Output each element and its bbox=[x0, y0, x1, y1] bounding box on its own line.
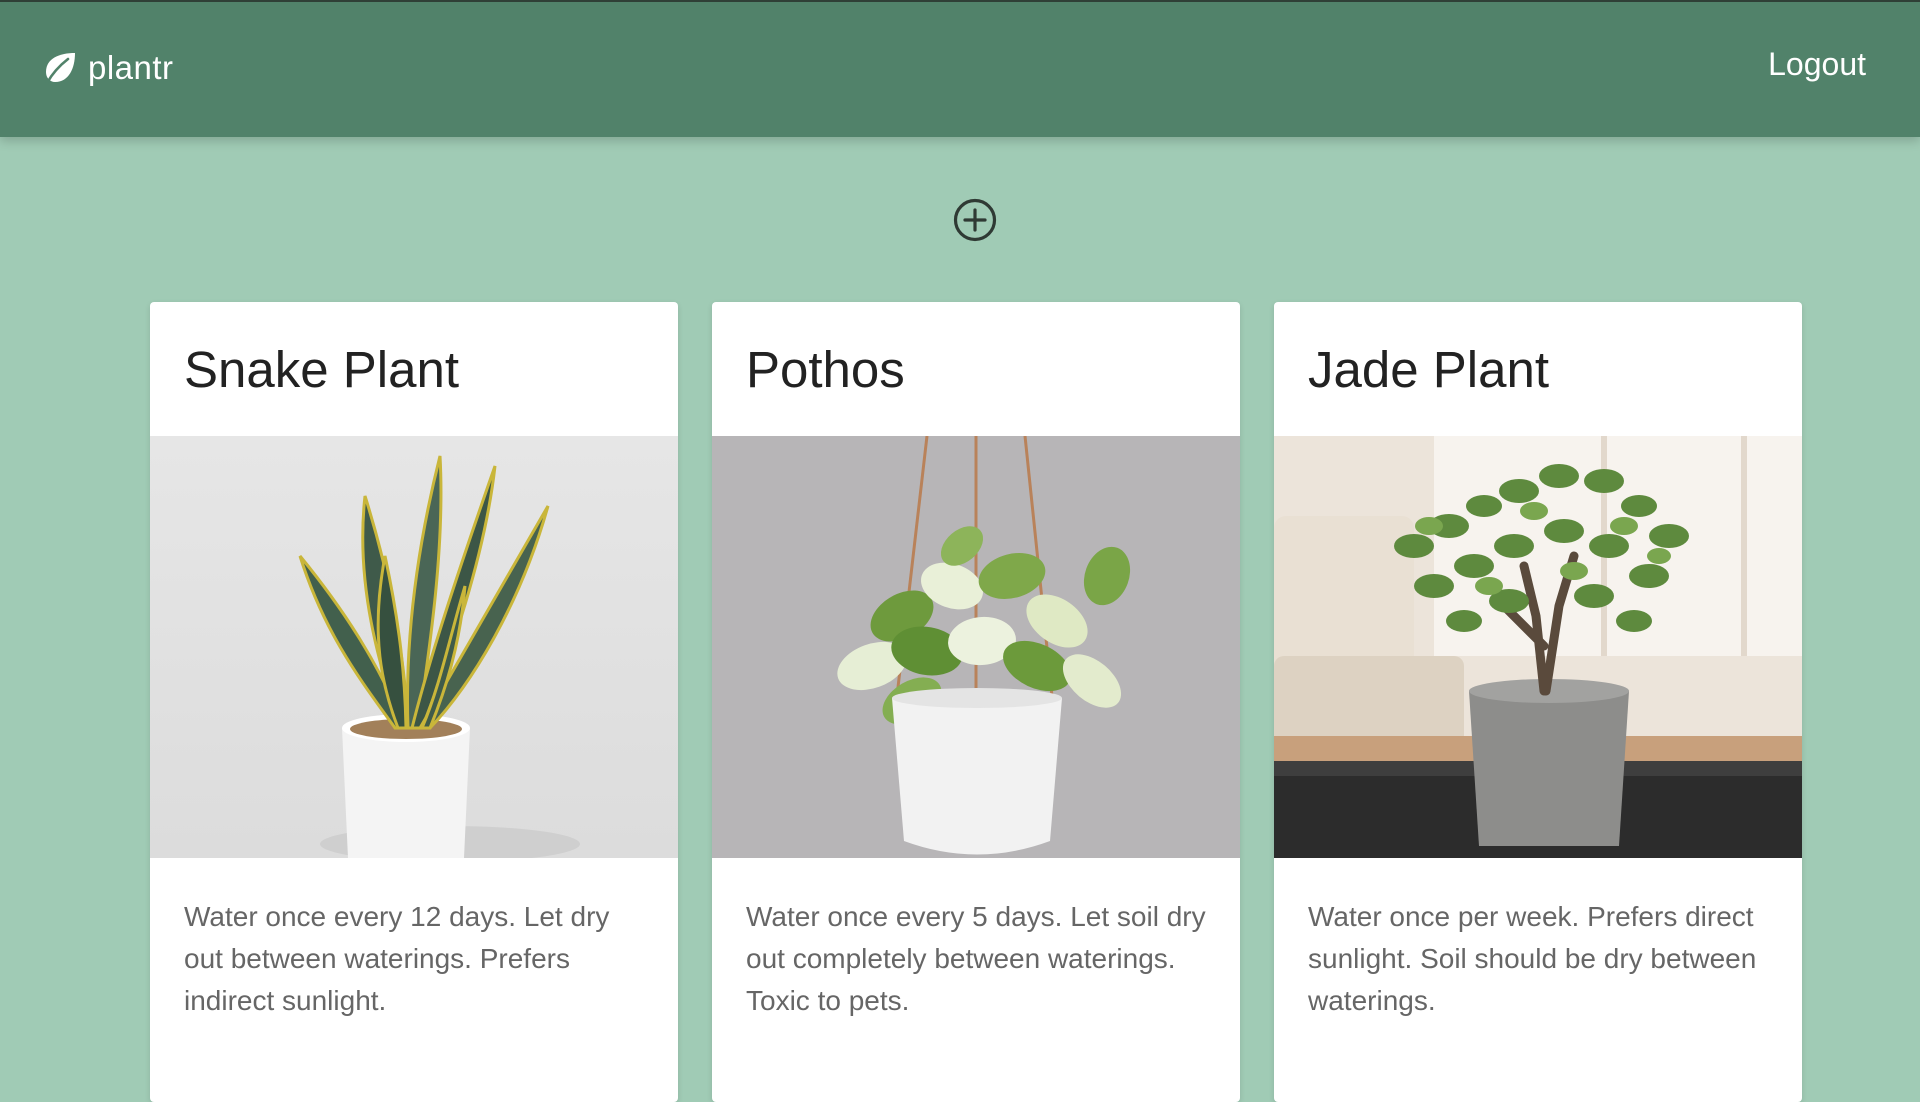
top-navbar: plantr Logout bbox=[0, 0, 1920, 137]
plant-card-grid: Snake Plant Water once every 12 days. Le… bbox=[150, 302, 1803, 1102]
leaf-icon bbox=[45, 53, 75, 85]
brand-logo[interactable]: plantr bbox=[42, 49, 174, 87]
plant-card[interactable]: Pothos Water once every 5 days. Let soil… bbox=[712, 302, 1240, 1102]
plant-card[interactable]: Jade Plant Water once per week. Prefers … bbox=[1274, 302, 1802, 1102]
add-plant-button[interactable] bbox=[952, 197, 998, 243]
plant-card-title: Pothos bbox=[746, 341, 905, 398]
plant-photo bbox=[150, 436, 678, 858]
plant-photo bbox=[1274, 436, 1802, 858]
logout-link[interactable]: Logout bbox=[1768, 46, 1866, 83]
plant-card-description: Water once every 5 days. Let soil dry ou… bbox=[746, 901, 1206, 1016]
plant-card-title: Snake Plant bbox=[184, 341, 460, 398]
plant-card-description: Water once every 12 days. Let dry out be… bbox=[184, 901, 610, 1016]
plant-card[interactable]: Snake Plant Water once every 12 days. Le… bbox=[150, 302, 678, 1102]
plant-card-title: Jade Plant bbox=[1308, 341, 1550, 398]
plant-photo bbox=[712, 436, 1240, 858]
brand-name: plantr bbox=[88, 49, 174, 86]
plus-circle-icon bbox=[953, 198, 997, 242]
plant-card-description: Water once per week. Prefers direct sunl… bbox=[1308, 901, 1757, 1016]
